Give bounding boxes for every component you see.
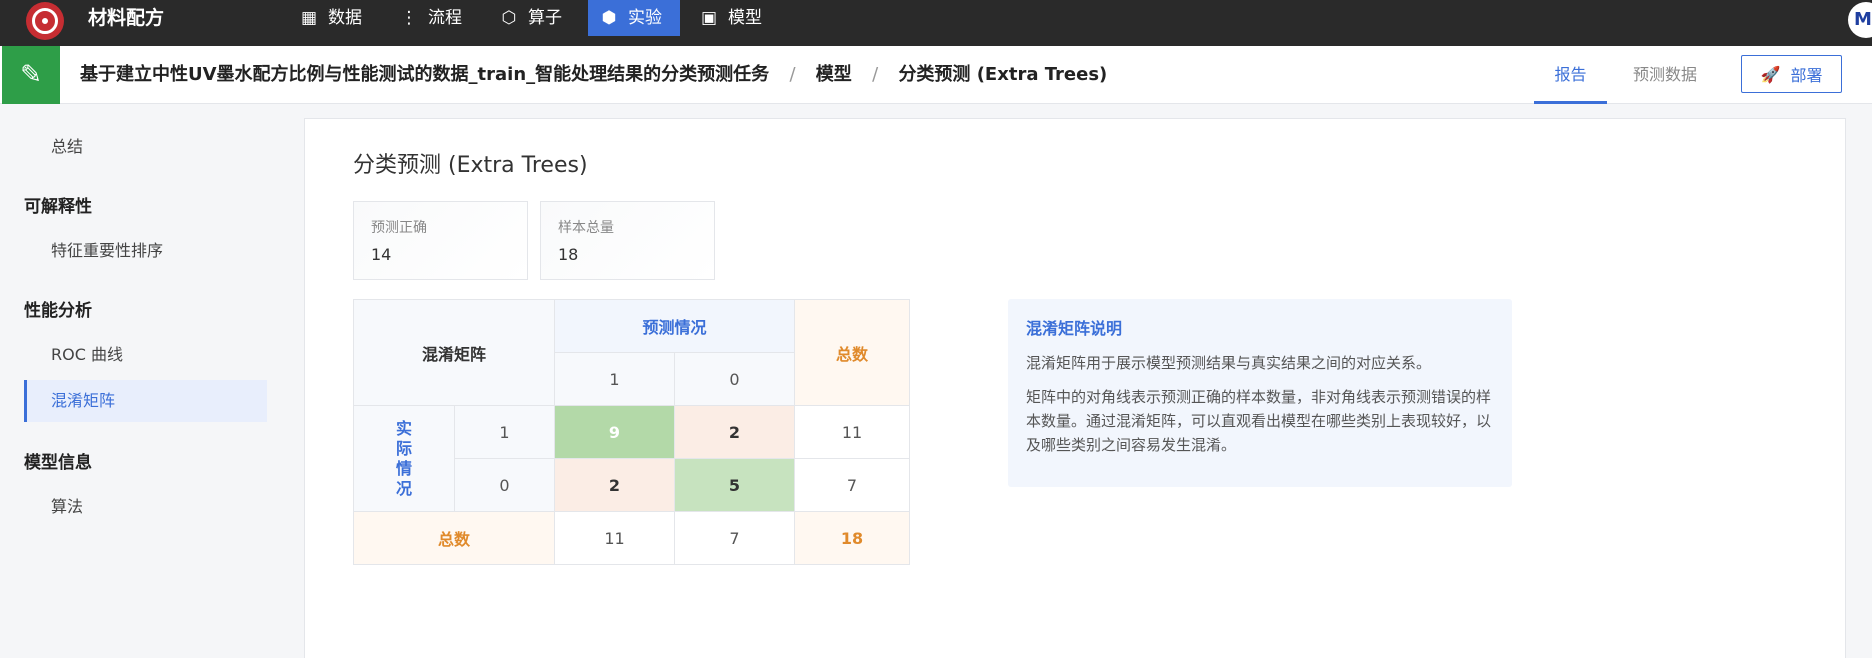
app-title: 材料配方: [88, 7, 165, 29]
nav-item-data[interactable]: ▦ 数据: [288, 0, 380, 36]
explanation-box: 混淆矩阵说明 混淆矩阵用于展示模型预测结果与真实结果之间的对应关系。 矩阵中的对…: [1008, 299, 1512, 487]
nav-item-label: 流程: [428, 8, 462, 28]
matrix-cell: 2: [554, 458, 675, 512]
page-header: ✎ 基于建立中性UV墨水配方比例与性能测试的数据_train_智能处理结果的分类…: [0, 46, 1872, 104]
user-avatar[interactable]: M: [1848, 2, 1872, 38]
stat-value: 18: [558, 245, 579, 264]
explanation-paragraph: 混淆矩阵用于展示模型预测结果与真实结果之间的对应关系。: [1026, 354, 1432, 372]
stat-card-total: 样本总量 18: [540, 201, 715, 280]
explanation-paragraph: 矩阵中的对角线表示预测正确的样本数量，非对角线表示预测错误的样本数量。通过混淆矩…: [1026, 388, 1492, 454]
column-total: 7: [674, 511, 795, 565]
rocket-icon: 🚀: [1760, 64, 1781, 84]
flow-icon: ⋮: [400, 8, 418, 28]
row-total: 7: [794, 458, 910, 512]
experiment-badge-icon: ✎: [2, 46, 60, 104]
breadcrumb-separator: /: [789, 64, 796, 85]
sidebar: 总结 可解释性 特征重要性排序 性能分析 ROC 曲线 混淆矩阵 模型信息 算法: [0, 104, 290, 658]
report-panel: 分类预测 (Extra Trees) 预测正确 14 样本总量 18 混淆矩阵 …: [304, 118, 1846, 658]
breadcrumb-task[interactable]: 基于建立中性UV墨水配方比例与性能测试的数据_train_智能处理结果的分类预测…: [80, 64, 769, 85]
sidebar-section-model-info: 模型信息: [24, 453, 92, 473]
sidebar-item-feature-importance[interactable]: 特征重要性排序: [24, 230, 267, 272]
predicted-header: 预测情况: [554, 299, 795, 353]
matrix-cell: 5: [674, 458, 795, 512]
nav-item-model[interactable]: ▣ 模型: [688, 0, 780, 36]
operator-icon: ⬡: [501, 8, 517, 28]
nav-item-experiment[interactable]: ⬢ 实验: [588, 0, 680, 36]
stat-value: 14: [371, 245, 392, 264]
page-title: 分类预测 (Extra Trees): [353, 153, 588, 178]
deploy-button[interactable]: 🚀 部署: [1741, 55, 1842, 93]
nav-item-label: 算子: [528, 8, 562, 28]
nav-item-operator[interactable]: ⬡ 算子: [488, 0, 580, 36]
breadcrumb-model[interactable]: 模型: [816, 64, 852, 85]
explanation-title: 混淆矩阵说明: [1026, 319, 1123, 338]
stat-card-correct: 预测正确 14: [353, 201, 528, 280]
main-nav: ▦ 数据 ⋮ 流程 ⬡ 算子 ⬢ 实验 ▣ 模型: [288, 0, 788, 36]
nav-item-label: 数据: [328, 8, 362, 28]
save-icon: ▣: [700, 8, 718, 28]
app-logo-icon[interactable]: [26, 2, 64, 40]
column-total: 11: [554, 511, 675, 565]
actual-class-label: 1: [454, 405, 555, 459]
nav-item-flow[interactable]: ⋮ 流程: [388, 0, 480, 36]
sidebar-item-summary[interactable]: 总结: [24, 126, 267, 168]
grand-total: 18: [794, 511, 910, 565]
tab-prediction-data[interactable]: 预测数据: [1620, 46, 1710, 104]
sidebar-item-algorithm[interactable]: 算法: [24, 486, 267, 528]
matrix-cell: 2: [674, 405, 795, 459]
row-total: 11: [794, 405, 910, 459]
table-icon: ▦: [300, 8, 318, 28]
total-column-header: 总数: [794, 299, 910, 406]
stat-label: 样本总量: [558, 220, 614, 236]
stat-label: 预测正确: [371, 220, 427, 236]
confusion-matrix-table: 混淆矩阵 预测情况 总数 1 0 实际情况 1 9 2 11 0 2 5 7 总…: [353, 299, 910, 565]
breadcrumb-current: 分类预测 (Extra Trees): [898, 64, 1108, 85]
actual-header: 实际情况: [353, 405, 455, 512]
matrix-corner-label: 混淆矩阵: [353, 299, 555, 406]
deploy-button-label: 部署: [1790, 66, 1823, 85]
sidebar-item-roc-curve[interactable]: ROC 曲线: [24, 334, 267, 376]
sidebar-section-performance: 性能分析: [24, 301, 92, 321]
actual-class-label: 0: [454, 458, 555, 512]
sidebar-section-interpretability: 可解释性: [24, 197, 92, 217]
total-row-header: 总数: [353, 511, 555, 565]
sidebar-item-confusion-matrix[interactable]: 混淆矩阵: [24, 380, 267, 422]
predicted-class-label: 1: [554, 352, 675, 406]
predicted-class-label: 0: [674, 352, 795, 406]
nav-item-label: 模型: [728, 8, 762, 28]
cube-icon: ⬢: [601, 8, 617, 28]
actual-header-label: 实际情况: [395, 418, 412, 498]
tab-report[interactable]: 报告: [1534, 46, 1607, 104]
breadcrumb: 基于建立中性UV墨水配方比例与性能测试的数据_train_智能处理结果的分类预测…: [80, 46, 1107, 104]
top-nav-bar: 材料配方 ▦ 数据 ⋮ 流程 ⬡ 算子 ⬢ 实验 ▣ 模型 M: [0, 0, 1872, 46]
breadcrumb-separator: /: [872, 64, 879, 85]
matrix-cell: 9: [554, 405, 675, 459]
nav-item-label: 实验: [628, 8, 662, 28]
